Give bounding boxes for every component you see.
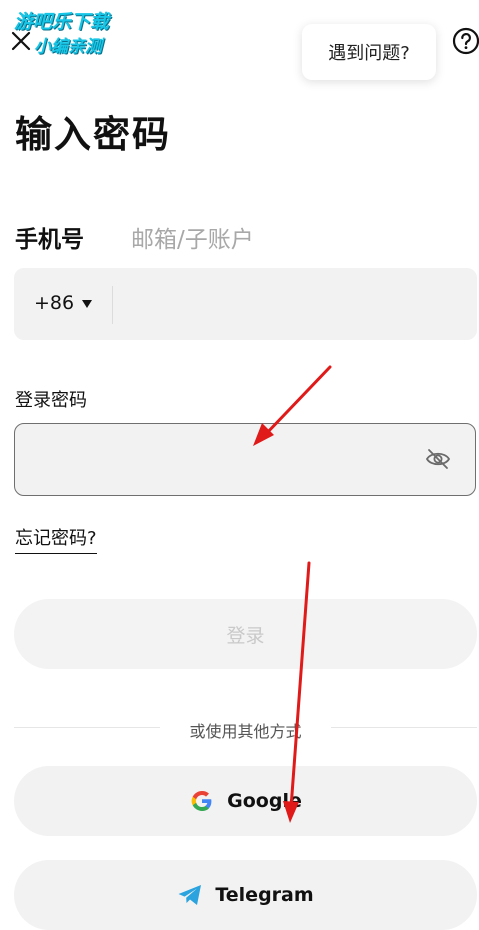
help-tooltip-text: 遇到问题?: [328, 43, 410, 64]
telegram-icon: [178, 885, 202, 905]
eye-off-icon[interactable]: [425, 447, 451, 471]
watermark-line-1: 游吧乐下载: [14, 11, 110, 33]
close-icon[interactable]: [10, 30, 32, 52]
question-circle-icon[interactable]: [452, 27, 479, 55]
field-divider: [112, 286, 113, 324]
password-input[interactable]: [14, 423, 476, 496]
help-tooltip[interactable]: 遇到问题?: [302, 24, 436, 80]
page-title: 输入密码: [15, 113, 171, 156]
login-button[interactable]: 登录: [14, 599, 477, 669]
caret-down-icon[interactable]: [82, 300, 92, 308]
tab-phone[interactable]: 手机号: [15, 220, 84, 254]
tab-email[interactable]: 邮箱/子账户: [131, 220, 254, 254]
divider-line-left: [14, 727, 160, 728]
google-button-label: Google: [227, 790, 302, 812]
alternative-login-label: 或使用其他方式: [189, 722, 302, 741]
forgot-password-link[interactable]: 忘记密码?: [15, 524, 97, 554]
country-code-selector[interactable]: +86: [34, 292, 74, 314]
login-button-label: 登录: [226, 624, 265, 647]
watermark-line-2: 小编亲测: [34, 37, 102, 57]
telegram-button-label: Telegram: [215, 884, 314, 906]
watermark-logo: 游吧乐下载 小编亲测: [14, 10, 142, 64]
telegram-login-button[interactable]: Telegram: [14, 860, 477, 930]
password-label: 登录密码: [15, 390, 87, 411]
google-icon: [191, 791, 212, 811]
divider-line-right: [331, 727, 477, 728]
phone-field[interactable]: +86: [14, 268, 477, 340]
google-login-button[interactable]: Google: [14, 766, 477, 836]
